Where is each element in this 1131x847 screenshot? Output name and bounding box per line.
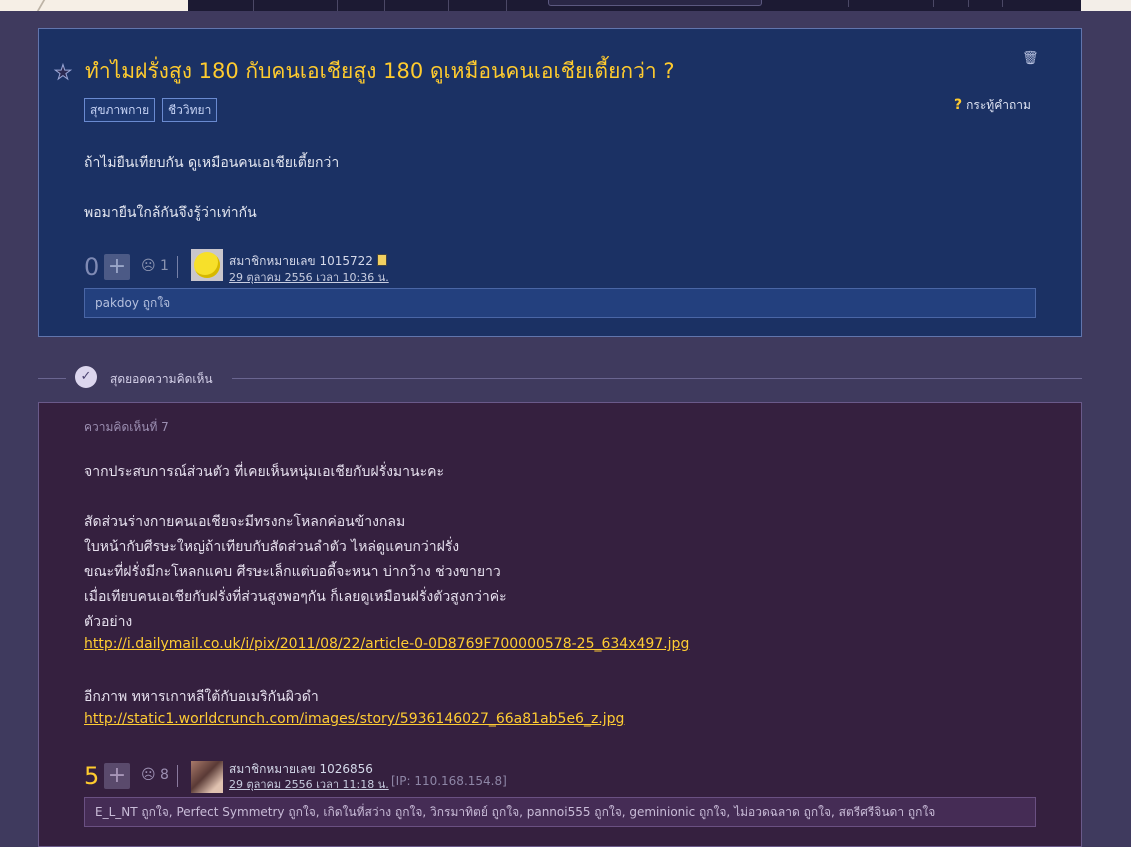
post-date[interactable]: 29 ตุลาคม 2556 เวลา 11:18 น. (229, 775, 389, 793)
likes-bar[interactable]: E_L_NT ถูกใจ, Perfect Symmetry ถูกใจ, เก… (84, 797, 1036, 827)
comment-line: จากประสบการณ์ส่วนตัว ที่เคยเห็นหนุ่มเอเช… (84, 464, 444, 480)
comment-line: ขณะที่ฝรั่งมีกะโหลกแคบ ศีรษะเล็กแต่บอดี้… (84, 564, 501, 580)
site-logo[interactable] (0, 0, 188, 11)
question-type-label: ? กระทู้คำถาม (954, 97, 1031, 113)
comment-number[interactable]: ความคิดเห็นที่ 7 (84, 418, 169, 437)
search-input[interactable] (548, 0, 762, 6)
speech-bubble-icon: ✓ (75, 366, 97, 388)
emotion-icon[interactable]: ☹ 8 (141, 767, 169, 783)
badge-icon (376, 254, 387, 266)
tag-health[interactable]: สุขภาพกาย (84, 98, 156, 122)
question-body-line: พอมายืนใกล้กันจึงรู้ว่าเท่ากัน (84, 205, 257, 221)
avatar[interactable] (191, 761, 223, 793)
question-title: ทำไมฝรั่งสูง 180 กับคนเอเชียสูง 180 ดูเห… (85, 59, 675, 83)
question-body-line: ถ้าไม่ยืนเทียบกัน ดูเหมือนคนเอเชียเตี้ยก… (84, 155, 340, 171)
comment-line: ตัวอย่าง (84, 614, 133, 630)
question-mark-icon: ? (954, 97, 963, 113)
vote-score: 0 (84, 253, 100, 281)
comment-line: สัดส่วนร่างกายคนเอเชียจะมีทรงกะโหลกค่อนข… (84, 514, 406, 530)
nav-menu (188, 0, 1081, 11)
top-navbar (0, 0, 1131, 11)
chat-icon[interactable] (848, 0, 871, 7)
ip-address: [IP: 110.168.154.8] (391, 774, 507, 788)
comment-line: อีกภาพ ทหารเกาหลีใต้กับอเมริกันผิวดำ (84, 689, 319, 705)
tag-biology[interactable]: ชีววิทยา (162, 98, 218, 122)
post-date[interactable]: 29 ตุลาคม 2556 เวลา 10:36 น. (229, 268, 389, 286)
separator (177, 765, 178, 787)
comment-line: เมื่อเทียบคนเอเชียกับฝรั่งที่ส่วนสูงพอๆก… (84, 589, 507, 605)
plus-icon[interactable]: + (104, 254, 130, 280)
separator (177, 256, 178, 278)
emotion-count: 8 (160, 767, 169, 783)
comment-line: ใบหน้ากับศีรษะใหญ่ถ้าเทียบกับสัดส่วนลำตั… (84, 539, 460, 555)
notification-icon[interactable] (933, 0, 956, 7)
user-avatar-icon[interactable] (968, 0, 1003, 7)
divider (38, 378, 66, 379)
trash-icon[interactable]: 🗑 (1022, 51, 1039, 66)
avatar[interactable] (191, 249, 223, 281)
likes-bar[interactable]: pakdoy ถูกใจ (84, 288, 1036, 318)
emotion-count: 1 (160, 258, 169, 274)
emotion-icon[interactable]: ☹ 1 (141, 258, 169, 274)
divider (232, 378, 1082, 379)
image-link-1[interactable]: http://i.dailymail.co.uk/i/pix/2011/08/2… (84, 636, 689, 652)
section-label: สุดยอดความคิดเห็น (110, 372, 213, 386)
image-link-2[interactable]: http://static1.worldcrunch.com/images/st… (84, 711, 624, 727)
star-icon[interactable]: ★ (54, 60, 73, 85)
plus-icon[interactable]: + (104, 763, 130, 789)
vote-score: 5 (84, 762, 100, 790)
